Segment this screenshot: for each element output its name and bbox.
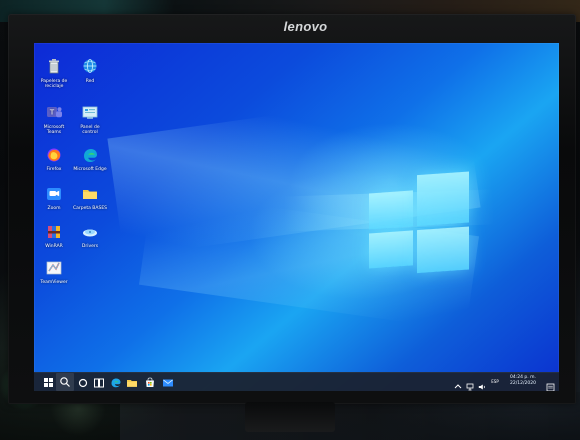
windows-logo [369, 171, 469, 277]
taskbar-mail-button[interactable] [161, 375, 175, 389]
windows-logo-pane [369, 190, 413, 230]
tray-language: ESP [491, 379, 499, 384]
edge-icon [84, 149, 97, 162]
folder-icon [83, 190, 97, 199]
cortana-button[interactable] [76, 375, 90, 389]
desktop-icon-recycle-bin[interactable]: Papelera de reciclaje [36, 58, 72, 102]
task-view-icon [94, 378, 104, 388]
windows-logo-pane [417, 226, 469, 274]
desktop-icon-label: Red [85, 79, 95, 84]
tray-clock[interactable]: 04:24 p. m. 22/12/2020 [505, 375, 541, 386]
notification-icon [546, 383, 555, 391]
desktop-icon-label: Microsoft Edge [73, 167, 107, 172]
windows-start-icon [44, 378, 53, 387]
start-button[interactable] [42, 375, 56, 389]
desktop-icon-label: Drivers [81, 244, 99, 249]
search-button[interactable] [56, 373, 74, 391]
windows-logo-pane [417, 171, 469, 227]
desktop-icon-label: Microsoft Teams [43, 125, 65, 135]
tray-time: 04:24 p. m. [510, 375, 536, 380]
firefox-icon [47, 148, 61, 162]
desktop-icon-label: Panel de control [80, 125, 100, 135]
teams-icon: T [47, 107, 62, 118]
taskbar-file-explorer-button[interactable] [125, 375, 139, 389]
notification-center-button[interactable] [546, 377, 555, 391]
tray-volume-button[interactable] [477, 377, 487, 390]
desktop-icon-teams[interactable]: T Microsoft Teams [36, 104, 72, 148]
desktop-icon-label: Zoom [47, 206, 61, 211]
search-icon [60, 377, 70, 387]
tray-date: 22/12/2020 [510, 380, 536, 386]
monitor-stand [245, 402, 335, 432]
desktop-icon-control-panel[interactable]: Panel de control [72, 104, 108, 148]
taskbar: ESP 04:24 p. m. 22/12/2020 [34, 372, 559, 391]
svg-text:T: T [49, 109, 55, 117]
desktop-icon-label: WinRAR [45, 244, 63, 249]
network-icon [466, 383, 474, 391]
task-view-button[interactable] [92, 375, 106, 389]
chevron-up-icon [454, 384, 462, 389]
recycle-bin-icon [49, 59, 59, 74]
photo-scene: lenovo Papelera de reciclaje Red T Micro… [0, 0, 580, 440]
zoom-icon [47, 188, 61, 200]
desktop-icon-network[interactable]: Red [72, 58, 108, 102]
drivers-icon [83, 229, 97, 237]
teamviewer-icon [46, 261, 62, 275]
network-icon [83, 59, 97, 73]
tray-network-button[interactable] [465, 377, 475, 391]
taskbar-store-button[interactable] [143, 375, 157, 389]
monitor-brand: lenovo [283, 19, 328, 34]
edge-icon [111, 378, 121, 388]
desktop-icon-label: Papelera de reciclaje [40, 79, 68, 89]
monitor-frame: lenovo Papelera de reciclaje Red T Micro… [8, 14, 576, 404]
volume-icon [478, 384, 485, 390]
store-icon [146, 377, 154, 387]
winrar-icon [48, 226, 60, 238]
desktop-icon-firefox[interactable]: Firefox [36, 146, 72, 190]
tray-overflow-button[interactable] [453, 377, 463, 389]
mail-icon [163, 379, 173, 387]
folder-icon [127, 380, 137, 387]
desktop-icon-label: TeamViewer [40, 280, 68, 285]
cortana-icon [78, 378, 88, 388]
system-tray: ESP 04:24 p. m. 22/12/2020 [439, 373, 559, 391]
windows-desktop-screen: Papelera de reciclaje Red T Microsoft Te… [34, 43, 559, 391]
control-panel-icon [82, 106, 98, 119]
taskbar-edge-button[interactable] [109, 375, 123, 389]
desktop-icon-drivers[interactable]: Drivers [72, 223, 108, 267]
desktop-icon-label: Firefox [46, 167, 62, 172]
tray-language-button[interactable]: ESP [490, 377, 500, 387]
desktop-icon-label: Carpeta BASES [72, 206, 108, 211]
windows-logo-pane [369, 230, 413, 269]
desktop-icon-teamviewer[interactable]: TeamViewer [36, 259, 72, 303]
desktop-icon-edge[interactable]: Microsoft Edge [72, 146, 108, 190]
